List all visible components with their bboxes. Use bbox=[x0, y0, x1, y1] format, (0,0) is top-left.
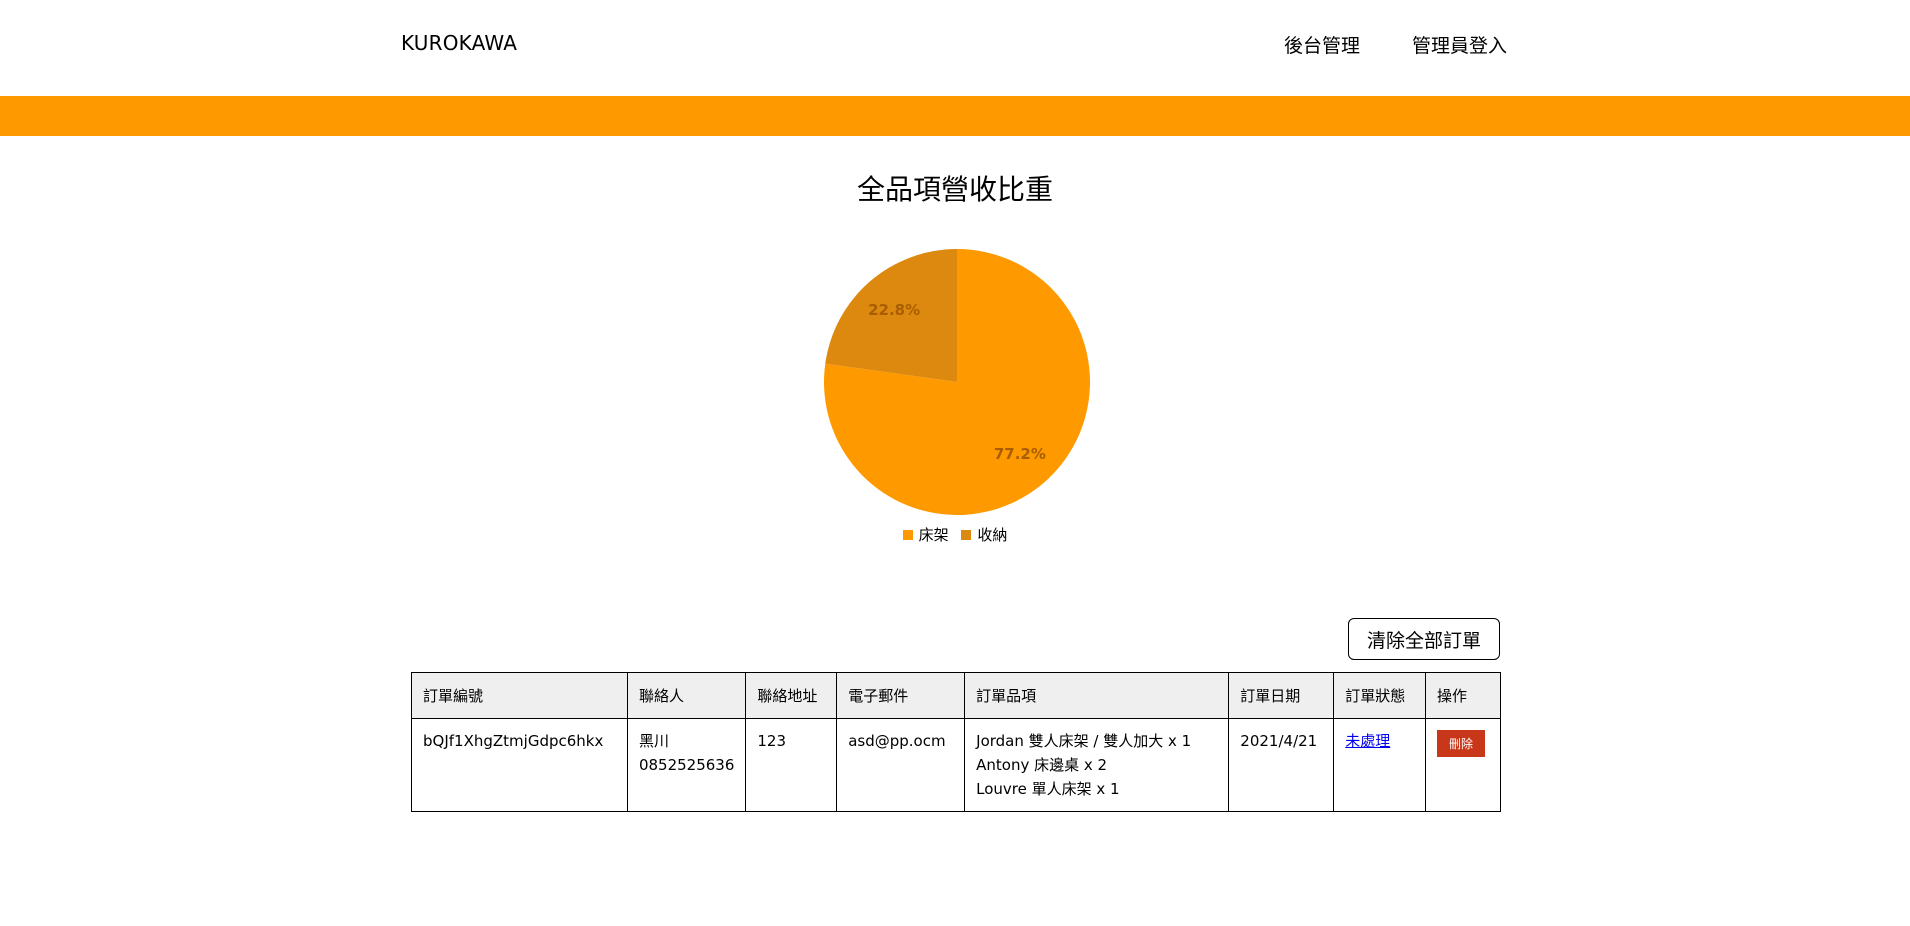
address-cell: 123 bbox=[745, 718, 838, 812]
chart-legend: 床架 收納 bbox=[0, 524, 1910, 545]
nav-admin-login[interactable]: 管理員登入 bbox=[1412, 31, 1507, 58]
column-header: 訂單狀態 bbox=[1333, 672, 1427, 719]
pie-data-label-0: 77.2% bbox=[994, 445, 1046, 463]
nav-admin[interactable]: 後台管理 bbox=[1284, 31, 1360, 58]
legend-item-storage[interactable]: 收納 bbox=[961, 524, 1007, 545]
table-header-row: 訂單編號 聯絡人 聯絡地址 電子郵件 訂單品項 訂單日期 訂單狀態 操作 bbox=[411, 672, 1501, 719]
header: KUROKAWA 後台管理 管理員登入 bbox=[0, 0, 1910, 96]
order-status-link[interactable]: 未處理 bbox=[1345, 732, 1390, 750]
brand-logo[interactable]: KUROKAWA bbox=[401, 31, 517, 55]
legend-swatch-bed-frame bbox=[902, 529, 913, 540]
actions-cell: 刪除 bbox=[1425, 718, 1501, 812]
clear-all-orders-button[interactable]: 清除全部訂單 bbox=[1348, 618, 1500, 660]
pie-data-label-1: 22.8% bbox=[868, 301, 920, 319]
order-id-cell: bQJf1XhgZtmjGdpc6hkx bbox=[411, 718, 628, 812]
pie-chart: 77.2% 22.8% bbox=[824, 249, 1090, 515]
column-header: 訂單編號 bbox=[411, 672, 628, 719]
order-items-cell: Jordan 雙人床架 / 雙人加大 x 1 Antony 床邊桌 x 2 Lo… bbox=[964, 718, 1230, 812]
contact-cell: 黑川 0852525636 bbox=[626, 718, 747, 812]
legend-label: 床架 bbox=[918, 526, 949, 544]
column-header: 訂單日期 bbox=[1228, 672, 1335, 719]
order-item: Louvre 單人床架 x 1 bbox=[976, 780, 1120, 798]
order-item: Antony 床邊桌 x 2 bbox=[976, 756, 1108, 774]
legend-swatch-storage bbox=[961, 529, 972, 540]
legend-label: 收納 bbox=[977, 526, 1008, 544]
orange-banner bbox=[0, 96, 1910, 136]
email-cell: asd@pp.ocm bbox=[836, 718, 966, 812]
order-status-cell: 未處理 bbox=[1333, 718, 1427, 812]
orders-table: 訂單編號 聯絡人 聯絡地址 電子郵件 訂單品項 訂單日期 訂單狀態 操作 bQJ… bbox=[411, 672, 1501, 812]
contact-name: 黑川 bbox=[638, 732, 669, 750]
column-header: 電子郵件 bbox=[836, 672, 966, 719]
column-header: 訂單品項 bbox=[964, 672, 1230, 719]
order-date-cell: 2021/4/21 bbox=[1228, 718, 1335, 812]
column-header: 聯絡地址 bbox=[745, 672, 838, 719]
table-row: bQJf1XhgZtmjGdpc6hkx 黑川 0852525636 123 a… bbox=[411, 718, 1501, 812]
legend-item-bed-frame[interactable]: 床架 bbox=[902, 524, 949, 545]
contact-phone: 0852525636 bbox=[638, 756, 735, 774]
order-item: Jordan 雙人床架 / 雙人加大 x 1 bbox=[976, 732, 1192, 750]
chart-title: 全品項營收比重 bbox=[856, 173, 1053, 206]
delete-order-button[interactable]: 刪除 bbox=[1437, 730, 1486, 757]
column-header: 操作 bbox=[1425, 672, 1501, 719]
column-header: 聯絡人 bbox=[626, 672, 747, 719]
